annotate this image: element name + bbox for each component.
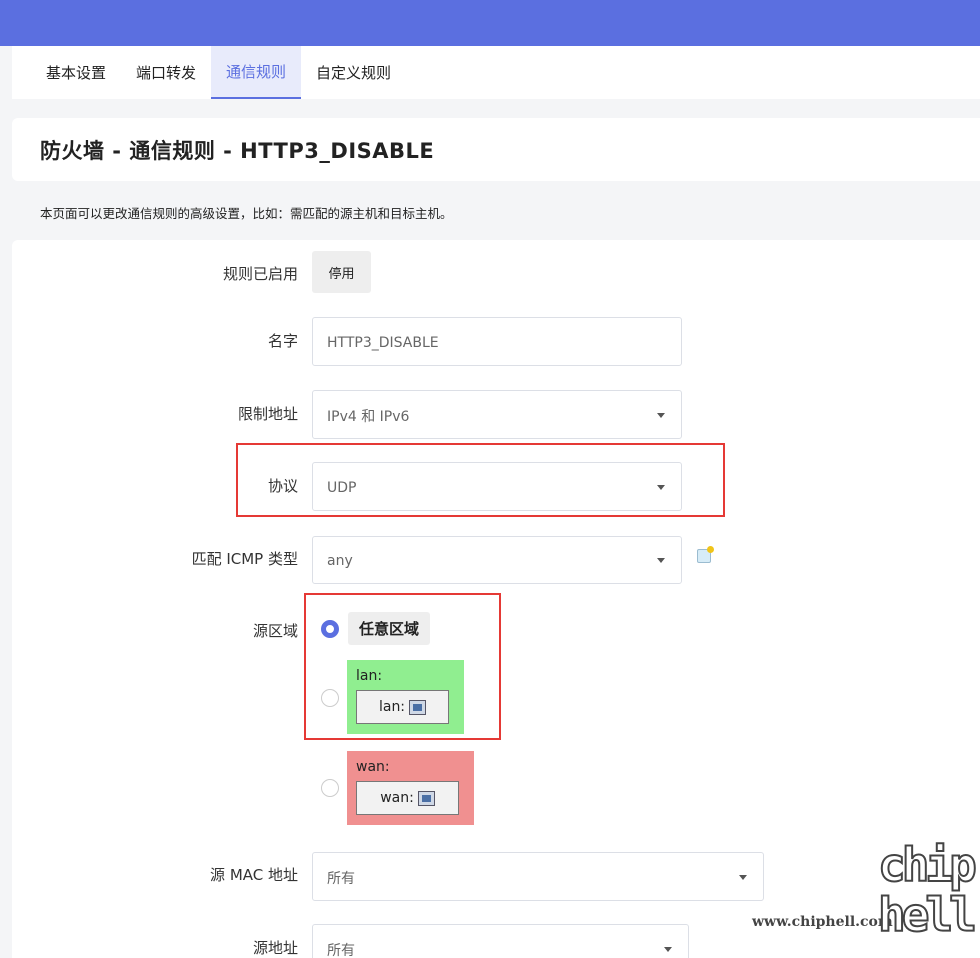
source-address-value: 所有 [327,942,355,958]
chevron-down-icon [657,412,665,418]
any-zone-label: 任意区域 [348,612,430,645]
tab-bar: 基本设置 端口转发 通信规则 自定义规则 [12,46,980,99]
wan-chip-label: wan: [380,790,414,806]
chevron-down-icon [664,946,672,952]
title-card: 防火墙 - 通信规则 - HTTP3_DISABLE [12,118,980,181]
lan-zone-name: lan: [356,668,383,684]
icmp-label: 匹配 ICMP 类型 [191,550,298,568]
name-input[interactable]: HTTP3_DISABLE [312,317,682,366]
watermark-logo: chip hell [877,838,978,942]
source-address-label: 源地址 [252,939,298,957]
wan-zone-name: wan: [356,759,390,775]
network-icon [417,790,435,806]
protocol-select[interactable]: UDP [312,462,682,511]
name-label: 名字 [267,332,298,350]
lan-chip-label: lan: [378,699,406,715]
family-select[interactable]: IPv4 和 IPv6 [312,390,682,439]
chevron-down-icon [657,558,665,563]
wan-zone-box: wan: wan: [347,751,474,825]
radio-any-zone[interactable] [321,620,339,638]
family-label: 限制地址 [237,405,298,423]
wan-zone-chip: wan: [356,781,459,815]
tab-basic-settings[interactable]: 基本设置 [31,46,121,99]
chevron-down-icon [657,484,665,490]
enabled-label: 规则已启用 [222,265,298,283]
source-mac-select[interactable]: 所有 [312,852,764,901]
name-input-value: HTTP3_DISABLE [327,334,439,351]
chevron-down-icon [739,874,747,880]
radio-wan-zone[interactable] [321,779,339,797]
source-address-select[interactable]: 所有 [312,924,689,958]
source-mac-value: 所有 [327,870,355,887]
icmp-select[interactable]: any [312,536,682,584]
watermark-text: www.chiphell.com [752,914,893,930]
radio-lan-zone[interactable] [321,689,339,707]
page-description: 本页面可以更改通信规则的高级设置，比如：需匹配的源主机和目标主机。 [40,206,453,221]
tab-custom-rules[interactable]: 自定义规则 [301,46,406,99]
icmp-select-value: any [327,553,353,569]
network-icon [409,699,427,715]
top-header-bar [0,0,980,46]
lan-zone-box: lan: lan: [347,660,464,734]
lan-zone-chip: lan: [356,690,449,724]
source-zone-label: 源区域 [252,622,298,640]
page-title: 防火墙 - 通信规则 - HTTP3_DISABLE [40,138,435,163]
disable-button[interactable]: 停用 [312,251,371,293]
source-mac-label: 源 MAC 地址 [210,866,298,884]
tab-traffic-rules[interactable]: 通信规则 [211,46,302,99]
protocol-select-value: UDP [327,479,357,496]
protocol-label: 协议 [267,477,298,495]
family-select-value: IPv4 和 IPv6 [327,408,410,425]
tab-port-forwarding[interactable]: 端口转发 [121,46,211,99]
add-icon[interactable] [697,546,714,563]
